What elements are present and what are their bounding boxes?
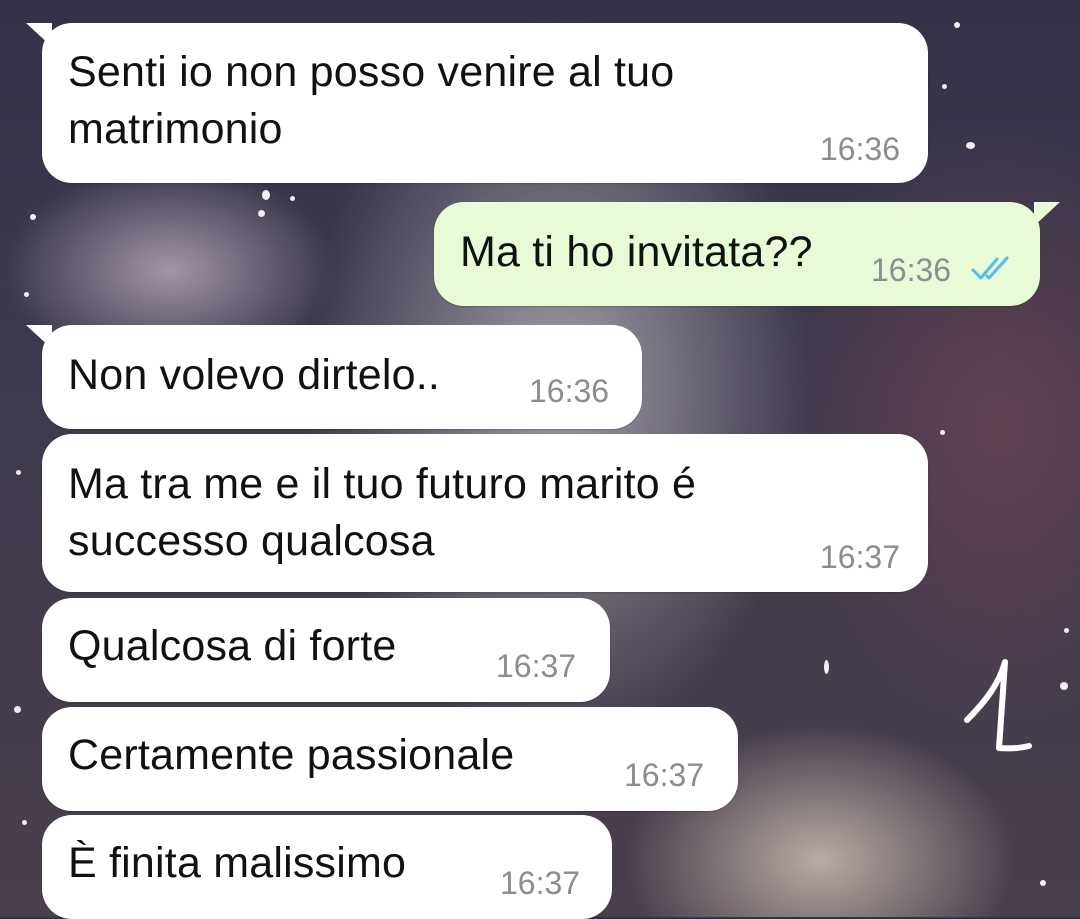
message-bubble[interactable]: Non volevo dirtelo.. 16:36 <box>26 325 642 429</box>
double-check-icon <box>971 256 1009 280</box>
message-bubble[interactable]: Ma ti ho invitata?? 16:36 <box>434 202 1060 306</box>
speck <box>262 190 270 200</box>
message-time: 16:37 <box>500 865 581 901</box>
message-text: È finita malissimo <box>68 839 407 887</box>
speck <box>966 142 975 149</box>
speck <box>16 470 21 475</box>
message-text: Certamente passionale <box>68 731 515 779</box>
speck <box>940 430 945 435</box>
message-text: Non volevo dirtelo.. <box>68 351 441 399</box>
bubble-tail <box>26 325 52 349</box>
handwritten-number-annotation <box>964 659 1032 752</box>
speck <box>1064 628 1069 633</box>
bubble-tail <box>26 23 52 47</box>
message-text: Ma ti ho invitata?? <box>460 228 813 276</box>
speck <box>954 22 960 28</box>
message-time: 16:36 <box>819 131 900 167</box>
speck <box>824 660 829 674</box>
speck <box>1060 682 1068 690</box>
message-bubble[interactable]: È finita malissimo 16:37 <box>42 815 612 919</box>
bubble-tail <box>1034 202 1060 226</box>
speck <box>30 214 36 220</box>
speck <box>942 84 947 89</box>
message-bubble[interactable]: Ma tra me e il tuo futuro marito é succe… <box>42 434 928 592</box>
message-time: 16:37 <box>819 539 900 575</box>
speck <box>1040 880 1046 886</box>
message-bubble[interactable]: Senti io non posso venire al tuo matrimo… <box>26 23 928 183</box>
speck <box>290 196 295 201</box>
message-time: 16:37 <box>624 757 705 793</box>
message-time: 16:36 <box>871 252 952 288</box>
speck <box>258 210 265 217</box>
message-time: 16:37 <box>496 648 577 684</box>
message-text: Ma tra me e il tuo futuro marito é succe… <box>68 460 697 565</box>
message-time: 16:36 <box>529 373 610 409</box>
speck <box>22 820 27 825</box>
message-text: Qualcosa di forte <box>68 622 397 670</box>
speck <box>14 706 21 713</box>
speck <box>24 292 29 297</box>
message-bubble[interactable]: Qualcosa di forte 16:37 <box>42 598 610 702</box>
message-text: Senti io non posso venire al tuo matrimo… <box>68 48 675 153</box>
message-bubble[interactable]: Certamente passionale 16:37 <box>42 707 738 811</box>
